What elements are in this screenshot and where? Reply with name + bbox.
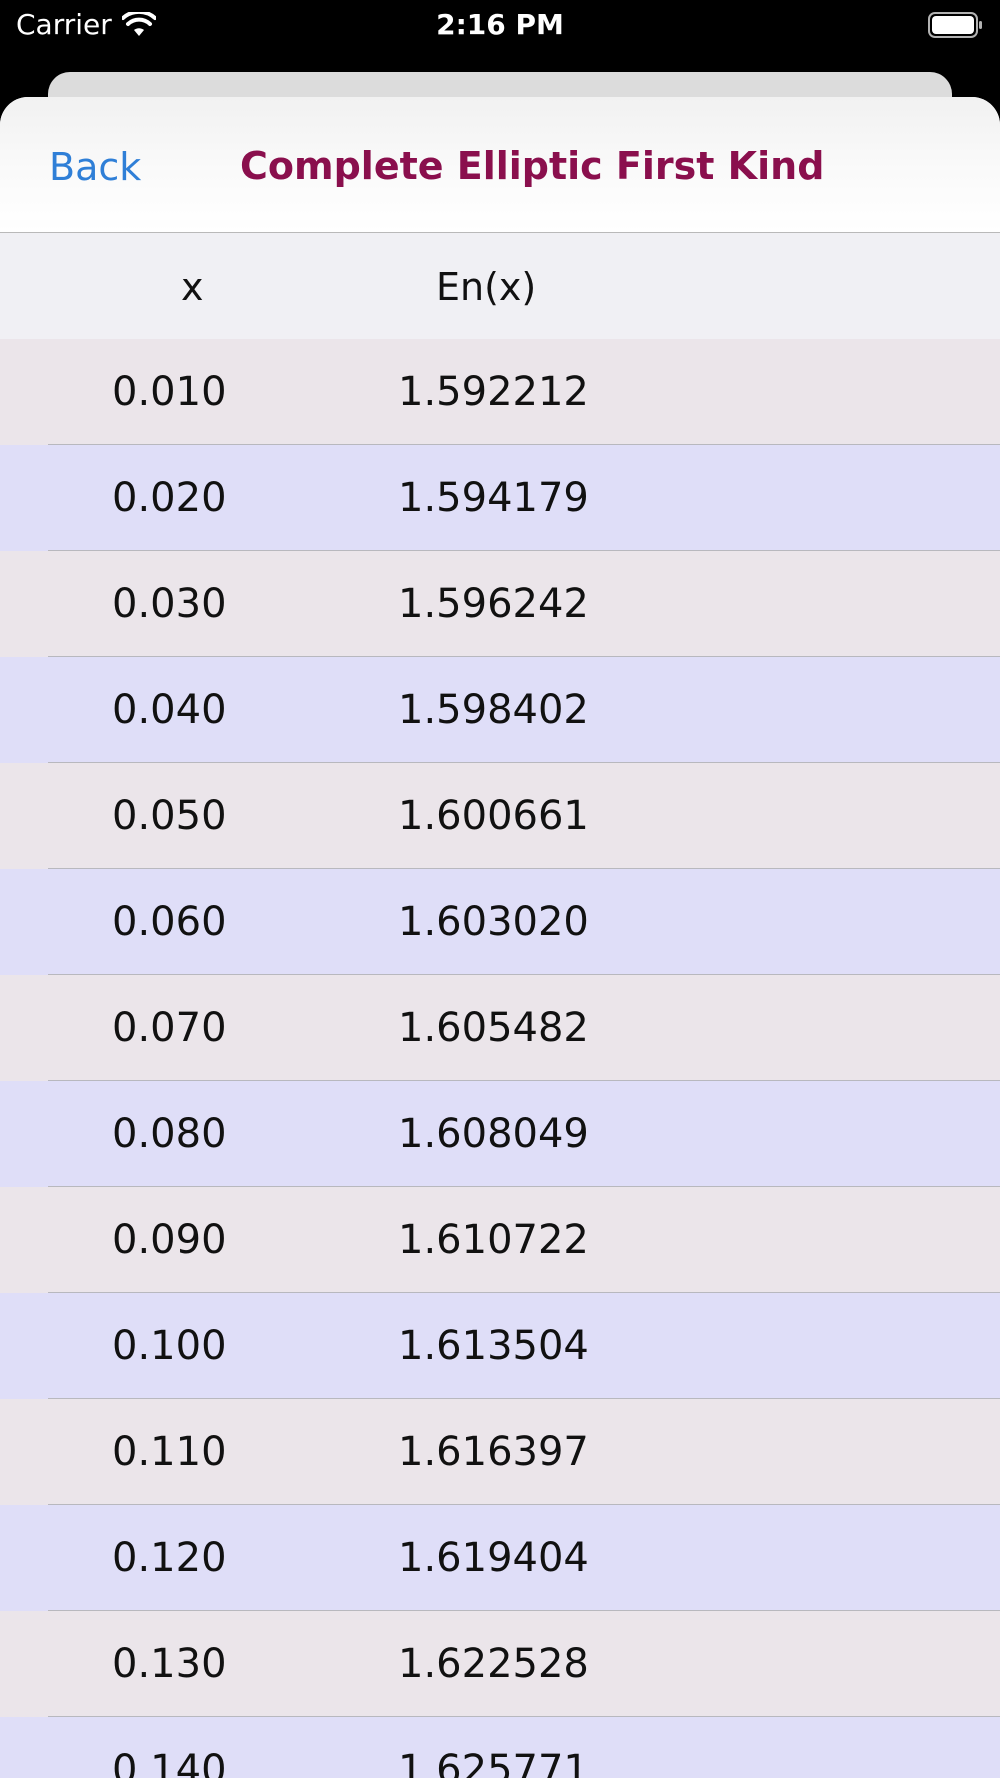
table-body[interactable]: 0.010 1.592212 0.020 1.594179 0.030 1.59…: [0, 339, 1000, 1778]
status-time: 2:16 PM: [436, 8, 564, 41]
navigation-bar: Back Complete Elliptic First Kind: [0, 97, 1000, 233]
modal-sheet: Back Complete Elliptic First Kind x En(x…: [0, 97, 1000, 1778]
cell-x: 0.070: [112, 1005, 227, 1051]
column-header-en: En(x): [436, 265, 537, 309]
table-row[interactable]: 0.030 1.596242: [0, 551, 1000, 657]
cell-x: 0.100: [112, 1323, 227, 1369]
cell-x: 0.080: [112, 1111, 227, 1157]
cell-x: 0.010: [112, 369, 227, 415]
cell-x: 0.050: [112, 793, 227, 839]
cell-x: 0.020: [112, 475, 227, 521]
cell-en: 1.605482: [398, 1005, 589, 1051]
cell-en: 1.603020: [398, 899, 589, 945]
table-row[interactable]: 0.130 1.622528: [0, 1611, 1000, 1717]
cell-en: 1.596242: [398, 581, 589, 627]
battery-icon: [928, 12, 982, 38]
column-header-x: x: [181, 265, 204, 309]
cell-en: 1.613504: [398, 1323, 589, 1369]
table-header: x En(x): [0, 233, 1000, 339]
table-row[interactable]: 0.060 1.603020: [0, 869, 1000, 975]
cell-x: 0.110: [112, 1429, 227, 1475]
cell-en: 1.619404: [398, 1535, 589, 1581]
table-row[interactable]: 0.050 1.600661: [0, 763, 1000, 869]
table-row[interactable]: 0.090 1.610722: [0, 1187, 1000, 1293]
cell-x: 0.060: [112, 899, 227, 945]
cell-x: 0.040: [112, 687, 227, 733]
table-row[interactable]: 0.010 1.592212: [0, 339, 1000, 445]
table-row[interactable]: 0.100 1.613504: [0, 1293, 1000, 1399]
page-title: Complete Elliptic First Kind: [240, 144, 825, 188]
table-row[interactable]: 0.080 1.608049: [0, 1081, 1000, 1187]
cell-x: 0.130: [112, 1641, 227, 1687]
table-row[interactable]: 0.110 1.616397: [0, 1399, 1000, 1505]
status-bar: Carrier 2:16 PM: [0, 0, 1000, 60]
cell-x: 0.140: [112, 1747, 227, 1778]
cell-x: 0.090: [112, 1217, 227, 1263]
cell-en: 1.616397: [398, 1429, 589, 1475]
table-row[interactable]: 0.040 1.598402: [0, 657, 1000, 763]
table-row[interactable]: 0.020 1.594179: [0, 445, 1000, 551]
cell-en: 1.625771: [398, 1747, 589, 1778]
cell-en: 1.594179: [398, 475, 589, 521]
cell-x: 0.120: [112, 1535, 227, 1581]
back-button[interactable]: Back: [49, 145, 141, 189]
cell-en: 1.600661: [398, 793, 589, 839]
cell-en: 1.622528: [398, 1641, 589, 1687]
cell-en: 1.592212: [398, 369, 589, 415]
table-row[interactable]: 0.120 1.619404: [0, 1505, 1000, 1611]
cell-en: 1.610722: [398, 1217, 589, 1263]
cell-en: 1.598402: [398, 687, 589, 733]
cell-x: 0.030: [112, 581, 227, 627]
table-row[interactable]: 0.140 1.625771: [0, 1717, 1000, 1778]
table-row[interactable]: 0.070 1.605482: [0, 975, 1000, 1081]
cell-en: 1.608049: [398, 1111, 589, 1157]
